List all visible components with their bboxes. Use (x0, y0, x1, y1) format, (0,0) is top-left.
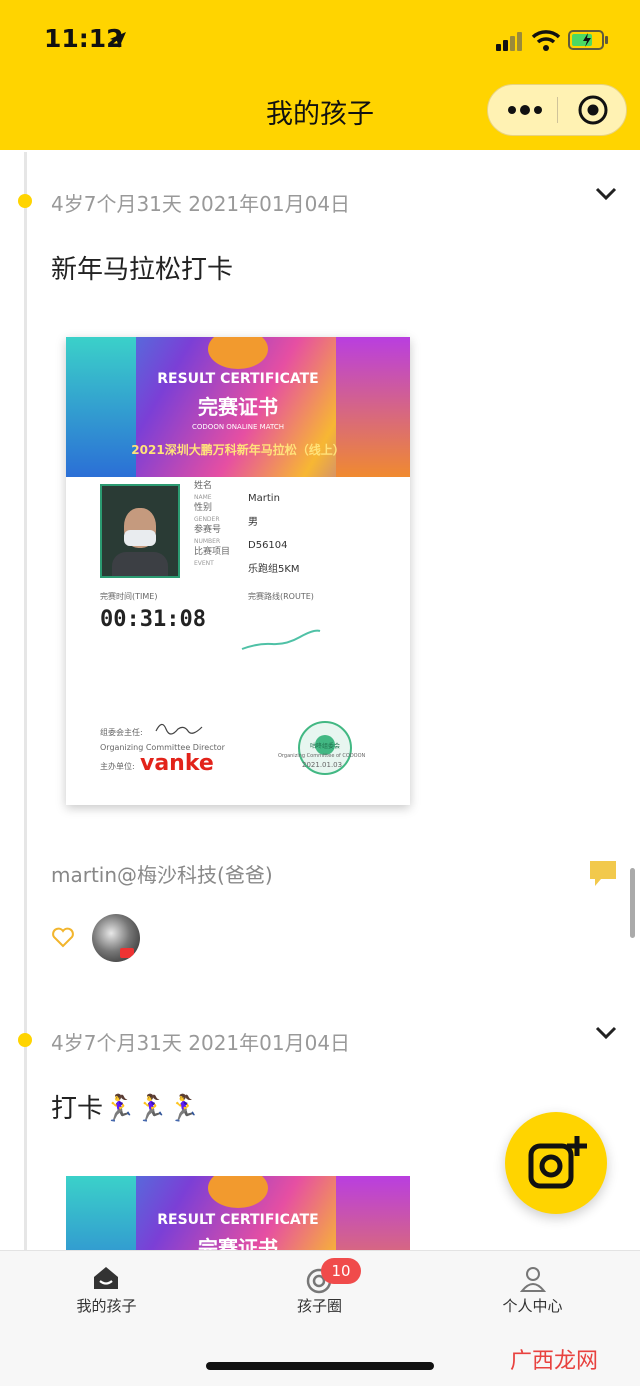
chevron-down-icon[interactable] (594, 185, 618, 203)
post-author: martin@梅沙科技(爸爸) (51, 863, 273, 887)
post-text: 新年马拉松打卡 (51, 255, 234, 285)
watermark: 广西龙网 (510, 1349, 599, 1374)
scrollbar[interactable] (630, 868, 635, 938)
home-icon (94, 1267, 118, 1289)
timeline-dot (18, 1033, 32, 1047)
more-dots-icon (508, 105, 542, 115)
finish-time: 00:31:08 (100, 607, 206, 632)
cert-title-en: RESULT CERTIFICATE (157, 1212, 319, 1228)
mini-program-capsule (487, 84, 627, 136)
wifi-icon (531, 30, 561, 51)
add-photo-button[interactable] (505, 1112, 607, 1214)
chevron-down-icon[interactable] (594, 1024, 618, 1042)
cert-title-en: RESULT CERTIFICATE (157, 371, 319, 387)
target-close-icon (578, 95, 608, 125)
route-line (241, 629, 321, 650)
comment-icon[interactable] (589, 860, 617, 888)
cert-title-cn: 完赛证书 (198, 1236, 278, 1250)
cert-title-cn: 完赛证书 (198, 395, 278, 419)
post-date: 4岁7个月31天 2021年01月04日 (51, 1031, 351, 1055)
runner-photo (100, 484, 180, 578)
more-button[interactable] (500, 91, 550, 129)
cert-event-name: 2021深圳大鹏万科新年马拉松（线上） (131, 443, 345, 457)
tab-label: 个人中心 (502, 1297, 563, 1315)
heart-icon[interactable] (51, 927, 75, 948)
signal-icon (496, 32, 522, 51)
vanke-logo: vanke (140, 751, 214, 776)
notification-badge: 10 (321, 1258, 361, 1284)
field-labels: 姓名 NAME 性别 GENDER 参赛号 NUMBER 比赛项目 EVENT (194, 481, 231, 567)
certificate-image[interactable]: RESULT CERTIFICATE 完赛证书 (66, 1176, 410, 1250)
time-label: 完赛时间(TIME) (100, 592, 158, 601)
person-icon (520, 1267, 546, 1292)
status-bar: 11:12 (0, 0, 640, 78)
liker-avatar[interactable] (92, 914, 140, 962)
post-date: 4岁7个月31天 2021年01月04日 (51, 192, 351, 216)
location-arrow-icon (110, 32, 126, 48)
battery-icon (568, 30, 608, 50)
host-label: 主办单位: (100, 762, 135, 771)
tab-kids-circle[interactable]: 孩子圈 (213, 1251, 426, 1351)
tab-label: 我的孩子 (76, 1297, 137, 1315)
seal-date: 2021.01.03 (302, 761, 343, 769)
cert-subtitle: CODOON ONALINE MATCH (192, 423, 284, 431)
field-values: Martin 男 D56104 乐跑组5KM (248, 493, 300, 575)
close-button[interactable] (572, 91, 614, 129)
post-text: 打卡🏃‍♀️🏃‍♀️🏃‍♀️ (51, 1094, 201, 1124)
capsule-divider (557, 97, 558, 123)
camera-plus-icon (528, 1136, 587, 1189)
route-label: 完赛路线(ROUTE) (248, 592, 314, 601)
timeline-line (24, 152, 27, 1252)
seal-sub: Organizing Committee of CODOON (278, 753, 366, 759)
tab-my-children[interactable]: 我的孩子 (0, 1251, 213, 1351)
director-label: 组委会主任: (100, 728, 143, 737)
tab-label: 孩子圈 (296, 1297, 342, 1315)
certificate-image[interactable]: RESULT CERTIFICATE 完赛证书 CODOON ONALINE M… (66, 337, 410, 805)
signature-icon (155, 723, 203, 735)
home-indicator (206, 1362, 434, 1370)
timeline-dot (18, 194, 32, 208)
tab-profile[interactable]: 个人中心 (426, 1251, 639, 1351)
